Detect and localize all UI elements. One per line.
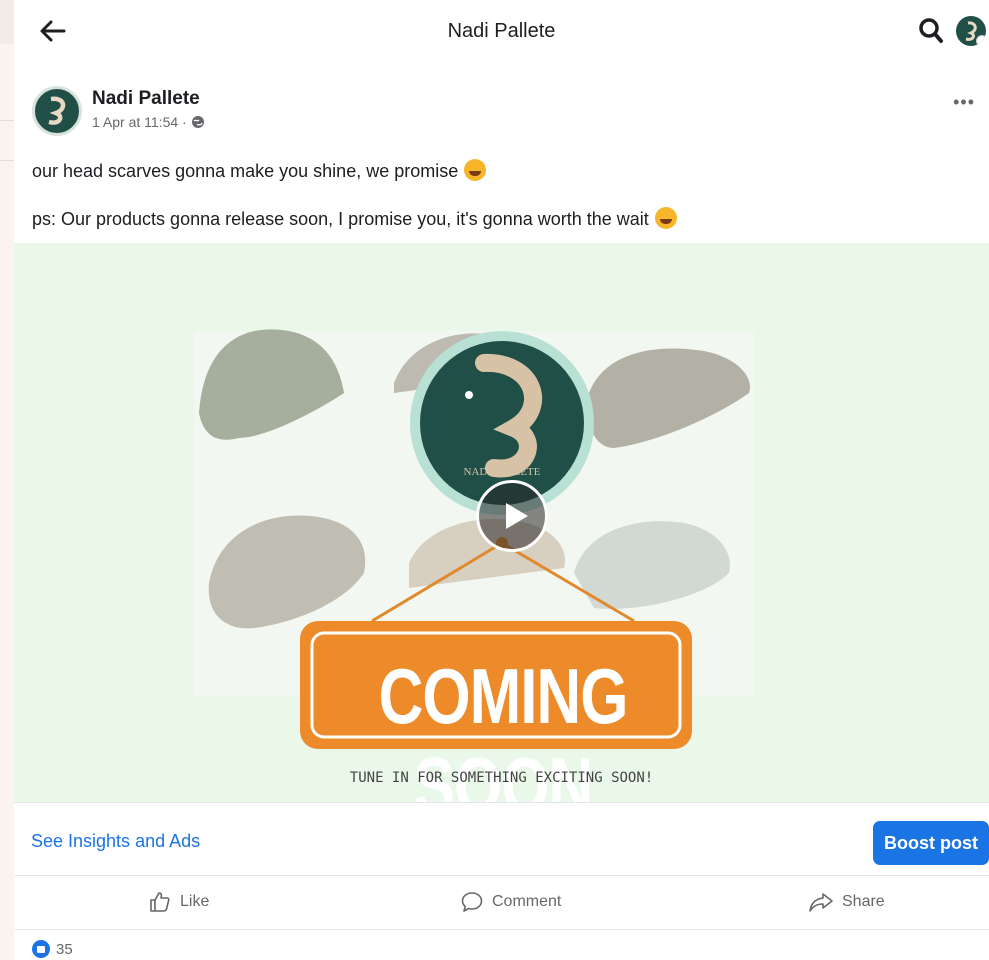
comment-button[interactable]: Comment: [460, 890, 561, 914]
post-text-line: our head scarves gonna make you shine, w…: [32, 159, 487, 182]
like-button[interactable]: Like: [148, 890, 209, 914]
like-label: Like: [180, 893, 210, 910]
post-text: our head scarves gonna make you shine, w…: [32, 161, 459, 181]
comment-label: Comment: [492, 893, 562, 910]
media-tagline: TUNE IN FOR SOMETHING EXCITING SOON!: [349, 770, 654, 786]
post-actions: Like Comment Share: [14, 876, 989, 930]
comment-icon: [461, 892, 483, 912]
play-icon[interactable]: [476, 480, 548, 552]
top-app-bar: Nadi Pallete: [14, 0, 989, 62]
strip-divider: [0, 160, 14, 161]
strip-divider: [0, 120, 14, 121]
reaction-summary[interactable]: 35: [32, 940, 73, 958]
like-reaction-icon: [32, 940, 50, 958]
search-icon[interactable]: [918, 17, 944, 45]
chevron-down-icon: [976, 35, 986, 46]
page-title: Nadi Pallete: [447, 20, 556, 42]
logo-text: NADI PALLETE: [464, 466, 541, 478]
post-text: ps: Our products gonna release soon, I p…: [32, 209, 649, 229]
more-options-icon[interactable]: •••: [953, 92, 975, 113]
post-meta: 1 Apr at 11:54 ·: [92, 114, 205, 130]
strip-block: [0, 0, 14, 44]
share-icon: [809, 893, 833, 912]
thumbs-up-icon: [150, 892, 170, 912]
insights-bar: See Insights and Ads Boost post: [14, 802, 989, 876]
laughing-emoji-icon: [654, 207, 677, 229]
post-header: Nadi Pallete 1 Apr at 11:54 · •••: [14, 78, 989, 144]
share-label: Share: [842, 893, 885, 910]
kiss-emoji-icon: [464, 159, 487, 181]
post-text-line: ps: Our products gonna release soon, I p…: [32, 207, 677, 230]
post-author[interactable]: Nadi Pallete: [92, 88, 200, 110]
reaction-count: 35: [56, 940, 73, 958]
post-timestamp[interactable]: 1 Apr at 11:54 ·: [92, 114, 187, 130]
background-panel-strip: [0, 0, 14, 960]
avatar[interactable]: [32, 86, 82, 136]
share-button[interactable]: Share: [808, 890, 885, 914]
boost-post-button[interactable]: Boost post: [873, 821, 989, 865]
profile-switch-avatar[interactable]: [956, 16, 986, 46]
post-video[interactable]: NADI PALLETE COMING SOON TUNE IN FOR SOM…: [14, 243, 989, 802]
see-insights-link[interactable]: See Insights and Ads: [31, 831, 200, 852]
globe-icon: [191, 116, 204, 128]
